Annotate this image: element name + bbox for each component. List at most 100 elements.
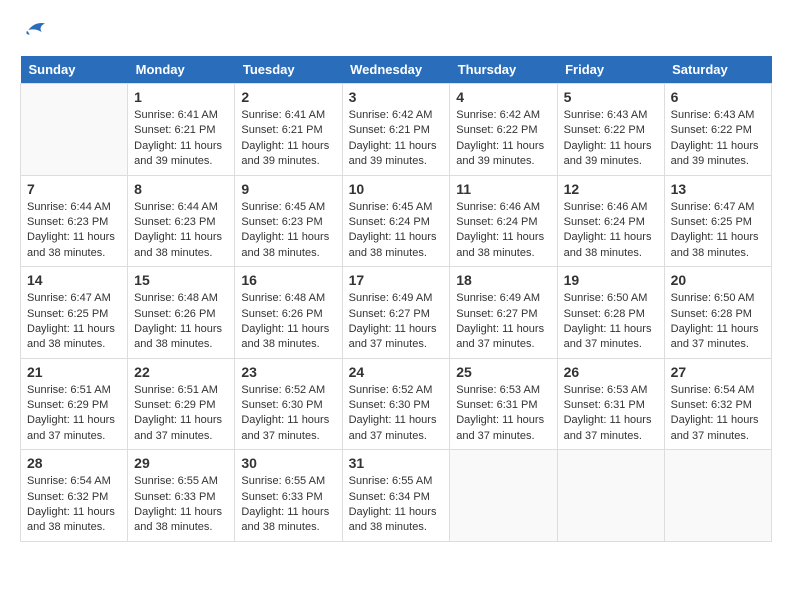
day-number: 19 bbox=[564, 272, 658, 288]
calendar-cell: 17 Sunrise: 6:49 AM Sunset: 6:27 PM Dayli… bbox=[342, 267, 450, 359]
calendar-week-4: 21 Sunrise: 6:51 AM Sunset: 6:29 PM Dayli… bbox=[21, 358, 772, 450]
day-info: Sunrise: 6:51 AM Sunset: 6:29 PM Dayligh… bbox=[27, 383, 121, 445]
day-info: Sunrise: 6:50 AM Sunset: 6:28 PM Dayligh… bbox=[671, 291, 765, 353]
day-number: 10 bbox=[349, 181, 444, 197]
day-number: 3 bbox=[349, 89, 444, 105]
calendar-cell bbox=[450, 450, 557, 542]
calendar-cell: 14 Sunrise: 6:47 AM Sunset: 6:25 PM Dayli… bbox=[21, 267, 128, 359]
day-number: 25 bbox=[456, 364, 550, 380]
calendar-cell: 22 Sunrise: 6:51 AM Sunset: 6:29 PM Dayli… bbox=[128, 358, 235, 450]
day-info: Sunrise: 6:53 AM Sunset: 6:31 PM Dayligh… bbox=[564, 383, 658, 445]
day-number: 20 bbox=[671, 272, 765, 288]
day-number: 6 bbox=[671, 89, 765, 105]
calendar-header-row: SundayMondayTuesdayWednesdayThursdayFrid… bbox=[21, 56, 772, 84]
day-number: 11 bbox=[456, 181, 550, 197]
calendar-cell: 31Sunrise: 6:55 AM Sunset: 6:34 PM Dayli… bbox=[342, 450, 450, 542]
calendar-cell: 20 Sunrise: 6:50 AM Sunset: 6:28 PM Dayli… bbox=[664, 267, 771, 359]
calendar-cell: 5 Sunrise: 6:43 AM Sunset: 6:22 PM Daylig… bbox=[557, 84, 664, 176]
day-number: 5 bbox=[564, 89, 658, 105]
day-number: 29 bbox=[134, 455, 228, 471]
weekday-header-monday: Monday bbox=[128, 56, 235, 84]
calendar-table: SundayMondayTuesdayWednesdayThursdayFrid… bbox=[20, 56, 772, 542]
calendar-cell: 25 Sunrise: 6:53 AM Sunset: 6:31 PM Dayli… bbox=[450, 358, 557, 450]
calendar-cell: 1Sunrise: 6:41 AM Sunset: 6:21 PM Daylig… bbox=[128, 84, 235, 176]
day-number: 18 bbox=[456, 272, 550, 288]
logo-icon bbox=[20, 20, 50, 40]
calendar-cell bbox=[557, 450, 664, 542]
day-info: Sunrise: 6:54 AM Sunset: 6:32 PM Dayligh… bbox=[27, 474, 121, 536]
calendar-cell bbox=[21, 84, 128, 176]
day-info: Sunrise: 6:52 AM Sunset: 6:30 PM Dayligh… bbox=[241, 383, 335, 445]
day-info: Sunrise: 6:47 AM Sunset: 6:25 PM Dayligh… bbox=[27, 291, 121, 353]
day-info: Sunrise: 6:50 AM Sunset: 6:28 PM Dayligh… bbox=[564, 291, 658, 353]
day-info: Sunrise: 6:44 AM Sunset: 6:23 PM Dayligh… bbox=[27, 200, 121, 262]
day-info: Sunrise: 6:43 AM Sunset: 6:22 PM Dayligh… bbox=[671, 108, 765, 170]
logo bbox=[20, 20, 54, 40]
day-number: 2 bbox=[241, 89, 335, 105]
day-info: Sunrise: 6:48 AM Sunset: 6:26 PM Dayligh… bbox=[241, 291, 335, 353]
day-info: Sunrise: 6:52 AM Sunset: 6:30 PM Dayligh… bbox=[349, 383, 444, 445]
calendar-cell: 2 Sunrise: 6:41 AM Sunset: 6:21 PM Daylig… bbox=[235, 84, 342, 176]
day-info: Sunrise: 6:41 AM Sunset: 6:21 PM Dayligh… bbox=[241, 108, 335, 170]
day-number: 9 bbox=[241, 181, 335, 197]
calendar-cell: 24 Sunrise: 6:52 AM Sunset: 6:30 PM Dayli… bbox=[342, 358, 450, 450]
calendar-cell: 6 Sunrise: 6:43 AM Sunset: 6:22 PM Daylig… bbox=[664, 84, 771, 176]
day-info: Sunrise: 6:47 AM Sunset: 6:25 PM Dayligh… bbox=[671, 200, 765, 262]
calendar-cell: 12 Sunrise: 6:46 AM Sunset: 6:24 PM Dayli… bbox=[557, 175, 664, 267]
day-number: 15 bbox=[134, 272, 228, 288]
day-number: 24 bbox=[349, 364, 444, 380]
day-info: Sunrise: 6:51 AM Sunset: 6:29 PM Dayligh… bbox=[134, 383, 228, 445]
calendar-week-1: 1Sunrise: 6:41 AM Sunset: 6:21 PM Daylig… bbox=[21, 84, 772, 176]
day-info: Sunrise: 6:44 AM Sunset: 6:23 PM Dayligh… bbox=[134, 200, 228, 262]
day-info: Sunrise: 6:53 AM Sunset: 6:31 PM Dayligh… bbox=[456, 383, 550, 445]
calendar-cell: 4 Sunrise: 6:42 AM Sunset: 6:22 PM Daylig… bbox=[450, 84, 557, 176]
day-info: Sunrise: 6:46 AM Sunset: 6:24 PM Dayligh… bbox=[564, 200, 658, 262]
day-number: 17 bbox=[349, 272, 444, 288]
day-number: 14 bbox=[27, 272, 121, 288]
day-info: Sunrise: 6:41 AM Sunset: 6:21 PM Dayligh… bbox=[134, 108, 228, 170]
day-number: 21 bbox=[27, 364, 121, 380]
calendar-cell: 9 Sunrise: 6:45 AM Sunset: 6:23 PM Daylig… bbox=[235, 175, 342, 267]
weekday-header-friday: Friday bbox=[557, 56, 664, 84]
calendar-cell: 10Sunrise: 6:45 AM Sunset: 6:24 PM Dayli… bbox=[342, 175, 450, 267]
weekday-header-wednesday: Wednesday bbox=[342, 56, 450, 84]
calendar-week-3: 14 Sunrise: 6:47 AM Sunset: 6:25 PM Dayli… bbox=[21, 267, 772, 359]
calendar-cell: 21 Sunrise: 6:51 AM Sunset: 6:29 PM Dayli… bbox=[21, 358, 128, 450]
calendar-cell: 16 Sunrise: 6:48 AM Sunset: 6:26 PM Dayli… bbox=[235, 267, 342, 359]
calendar-cell: 23 Sunrise: 6:52 AM Sunset: 6:30 PM Dayli… bbox=[235, 358, 342, 450]
weekday-header-thursday: Thursday bbox=[450, 56, 557, 84]
day-number: 31 bbox=[349, 455, 444, 471]
calendar-cell: 8 Sunrise: 6:44 AM Sunset: 6:23 PM Daylig… bbox=[128, 175, 235, 267]
calendar-cell: 7 Sunrise: 6:44 AM Sunset: 6:23 PM Daylig… bbox=[21, 175, 128, 267]
day-info: Sunrise: 6:42 AM Sunset: 6:22 PM Dayligh… bbox=[456, 108, 550, 170]
calendar-cell: 11Sunrise: 6:46 AM Sunset: 6:24 PM Dayli… bbox=[450, 175, 557, 267]
weekday-header-sunday: Sunday bbox=[21, 56, 128, 84]
day-number: 26 bbox=[564, 364, 658, 380]
day-number: 8 bbox=[134, 181, 228, 197]
day-number: 4 bbox=[456, 89, 550, 105]
calendar-cell: 26 Sunrise: 6:53 AM Sunset: 6:31 PM Dayli… bbox=[557, 358, 664, 450]
day-number: 27 bbox=[671, 364, 765, 380]
day-info: Sunrise: 6:49 AM Sunset: 6:27 PM Dayligh… bbox=[456, 291, 550, 353]
day-number: 16 bbox=[241, 272, 335, 288]
calendar-cell bbox=[664, 450, 771, 542]
weekday-header-saturday: Saturday bbox=[664, 56, 771, 84]
day-info: Sunrise: 6:55 AM Sunset: 6:33 PM Dayligh… bbox=[134, 474, 228, 536]
day-info: Sunrise: 6:45 AM Sunset: 6:23 PM Dayligh… bbox=[241, 200, 335, 262]
day-number: 23 bbox=[241, 364, 335, 380]
calendar-cell: 29 Sunrise: 6:55 AM Sunset: 6:33 PM Dayli… bbox=[128, 450, 235, 542]
day-info: Sunrise: 6:49 AM Sunset: 6:27 PM Dayligh… bbox=[349, 291, 444, 353]
day-number: 12 bbox=[564, 181, 658, 197]
day-number: 7 bbox=[27, 181, 121, 197]
calendar-week-2: 7 Sunrise: 6:44 AM Sunset: 6:23 PM Daylig… bbox=[21, 175, 772, 267]
day-info: Sunrise: 6:42 AM Sunset: 6:21 PM Dayligh… bbox=[349, 108, 444, 170]
day-info: Sunrise: 6:55 AM Sunset: 6:33 PM Dayligh… bbox=[241, 474, 335, 536]
day-number: 22 bbox=[134, 364, 228, 380]
calendar-cell: 27Sunrise: 6:54 AM Sunset: 6:32 PM Dayli… bbox=[664, 358, 771, 450]
day-info: Sunrise: 6:43 AM Sunset: 6:22 PM Dayligh… bbox=[564, 108, 658, 170]
calendar-cell: 28Sunrise: 6:54 AM Sunset: 6:32 PM Dayli… bbox=[21, 450, 128, 542]
calendar-body: 1Sunrise: 6:41 AM Sunset: 6:21 PM Daylig… bbox=[21, 84, 772, 542]
day-number: 13 bbox=[671, 181, 765, 197]
day-info: Sunrise: 6:48 AM Sunset: 6:26 PM Dayligh… bbox=[134, 291, 228, 353]
weekday-header-tuesday: Tuesday bbox=[235, 56, 342, 84]
